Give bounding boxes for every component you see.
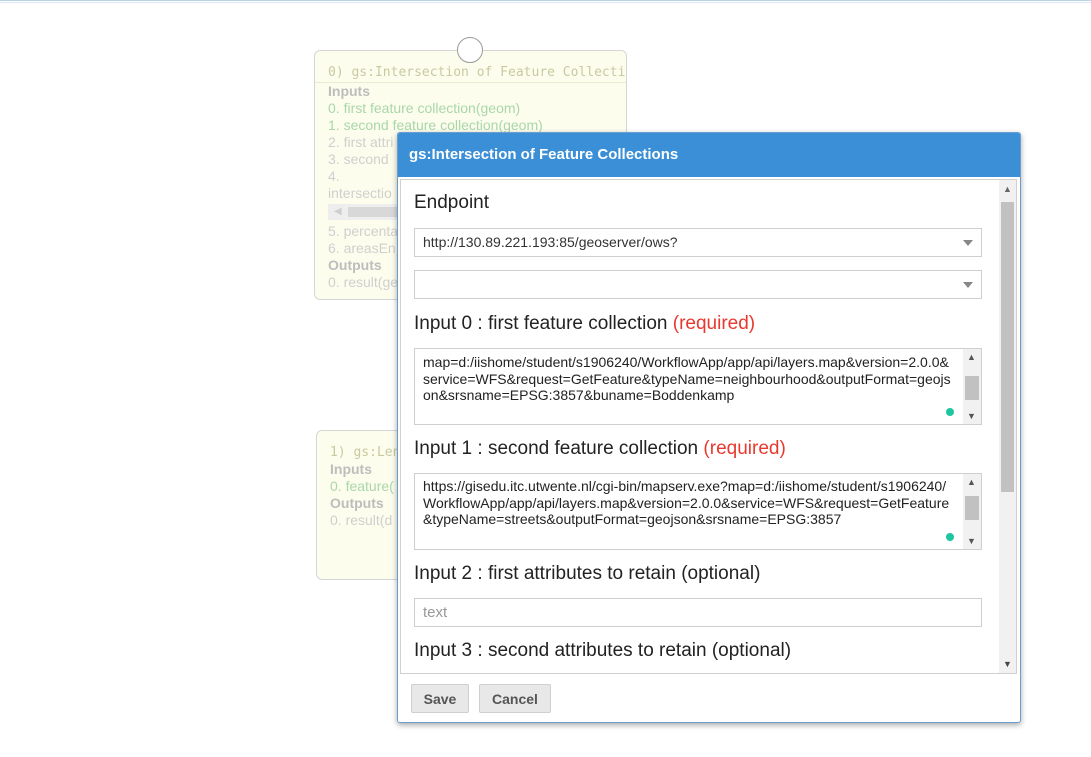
cancel-button[interactable]: Cancel bbox=[479, 684, 551, 713]
endpoint-select-value: http://130.89.221.193:85/geoserver/ows? bbox=[423, 234, 678, 250]
scrollbar-thumb[interactable] bbox=[965, 376, 979, 400]
input0-required-badge: (required) bbox=[672, 313, 756, 334]
dialog-title[interactable]: gs:Intersection of Feature Collections bbox=[398, 133, 1020, 177]
node-input-item[interactable]: 0. first feature collection(geom) bbox=[328, 100, 626, 117]
input0-textarea[interactable]: map=d:/iishome/student/s1906240/Workflow… bbox=[414, 348, 982, 425]
chevron-down-icon[interactable] bbox=[963, 240, 973, 246]
scroll-left-arrow-icon[interactable]: ◀ bbox=[334, 204, 342, 220]
input1-label-text: Input 1 : second feature collection bbox=[414, 438, 699, 459]
scroll-up-arrow-icon[interactable]: ▲ bbox=[967, 477, 976, 487]
status-dot-icon bbox=[946, 533, 954, 541]
chevron-down-icon[interactable] bbox=[963, 282, 973, 288]
input2-text-field[interactable] bbox=[414, 598, 982, 627]
endpoint-select[interactable]: http://130.89.221.193:85/geoserver/ows? bbox=[414, 228, 982, 257]
scroll-up-arrow-icon[interactable]: ▲ bbox=[1003, 184, 1012, 194]
input1-textarea[interactable]: https://gisedu.itc.utwente.nl/cgi-bin/ma… bbox=[414, 473, 982, 550]
endpoint-label: Endpoint bbox=[414, 192, 490, 213]
input0-label-text: Input 0 : first feature collection bbox=[414, 313, 668, 334]
process-dialog: gs:Intersection of Feature Collections E… bbox=[397, 132, 1021, 723]
input1-label: Input 1 : second feature collection (req… bbox=[414, 438, 786, 460]
node-inputs-heading: Inputs bbox=[328, 83, 370, 99]
scrollbar-thumb[interactable] bbox=[965, 496, 979, 520]
dialog-vertical-scrollbar[interactable]: ▲ ▼ bbox=[999, 180, 1016, 673]
input1-textarea-value: https://gisedu.itc.utwente.nl/cgi-bin/ma… bbox=[423, 478, 950, 527]
input0-label: Input 0 : first feature collection (requ… bbox=[414, 313, 755, 335]
scroll-down-arrow-icon[interactable]: ▼ bbox=[967, 411, 976, 421]
input3-label: Input 3 : second attributes to retain (o… bbox=[414, 640, 792, 661]
input0-textarea-value: map=d:/iishome/student/s1906240/Workflow… bbox=[423, 354, 951, 403]
scroll-up-arrow-icon[interactable]: ▲ bbox=[967, 352, 976, 362]
scroll-down-arrow-icon[interactable]: ▼ bbox=[1003, 659, 1012, 669]
input1-required-badge: (required) bbox=[703, 438, 786, 459]
scrollbar-thumb[interactable] bbox=[1001, 202, 1014, 492]
input0-scrollbar[interactable]: ▲ ▼ bbox=[963, 349, 981, 424]
endpoint-secondary-select[interactable] bbox=[414, 270, 982, 299]
node-connector-port[interactable] bbox=[457, 37, 483, 63]
input2-label: Input 2 : first attributes to retain (op… bbox=[414, 563, 761, 584]
save-button[interactable]: Save bbox=[411, 684, 469, 713]
top-border bbox=[0, 0, 1091, 3]
status-dot-icon bbox=[946, 408, 954, 416]
input1-scrollbar[interactable]: ▲ ▼ bbox=[963, 474, 981, 549]
dialog-scroll-area[interactable]: Endpoint http://130.89.221.193:85/geoser… bbox=[400, 179, 1017, 674]
scroll-down-arrow-icon[interactable]: ▼ bbox=[967, 536, 976, 546]
